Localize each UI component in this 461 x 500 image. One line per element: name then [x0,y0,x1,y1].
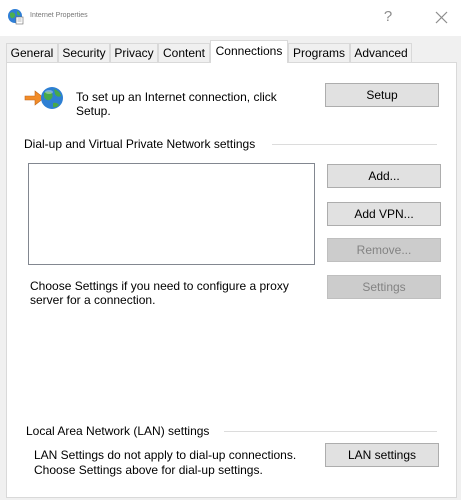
tab-privacy[interactable]: Privacy [110,43,158,62]
lan-info-line1: LAN Settings do not apply to dial-up con… [34,448,297,462]
window-title: Internet Properties [30,12,88,19]
tab-advanced[interactable]: Advanced [350,43,412,62]
proxy-instruction-line1: Choose Settings if you need to configure… [30,279,289,293]
tab-programs[interactable]: Programs [288,43,350,62]
lan-separator [224,431,437,432]
dialup-section-header: Dial-up and Virtual Private Network sett… [24,137,256,151]
lan-section-header: Local Area Network (LAN) settings [26,424,210,438]
internet-globe-icon [8,9,24,25]
title-bar: Internet Properties ? [0,0,461,36]
internet-connection-wizard-icon [24,87,63,109]
remove-button[interactable]: Remove... [327,238,441,262]
add-button[interactable]: Add... [327,164,441,188]
tab-content[interactable]: Content [158,43,210,62]
setup-instruction-line2: Setup. [76,104,111,118]
add-vpn-button[interactable]: Add VPN... [327,202,441,226]
settings-button[interactable]: Settings [327,275,441,299]
setup-button[interactable]: Setup [325,83,439,107]
close-icon[interactable] [429,6,453,28]
lan-info-line2: Choose Settings above for dial-up settin… [34,463,263,477]
connections-list[interactable] [28,163,315,265]
setup-instruction-line1: To set up an Internet connection, click [76,90,277,104]
tab-security[interactable]: Security [58,43,110,62]
dialup-separator [272,144,437,145]
tab-general[interactable]: General [6,43,58,62]
proxy-instruction-line2: server for a connection. [30,293,156,307]
tab-connections[interactable]: Connections [210,40,288,63]
help-button[interactable]: ? [378,6,398,28]
lan-settings-button[interactable]: LAN settings [325,443,439,467]
